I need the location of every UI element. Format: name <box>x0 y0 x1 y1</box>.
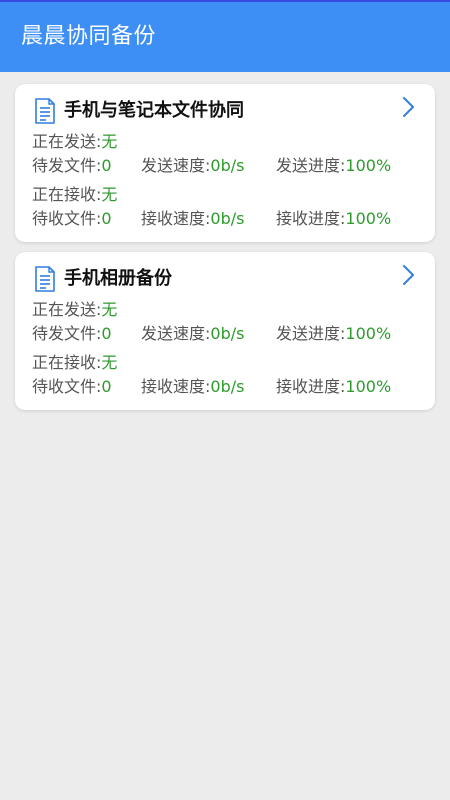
pending-send-stat: 待发文件:0 <box>32 323 112 345</box>
card-title: 手机相册备份 <box>64 268 172 289</box>
send-speed-label: 发送速度: <box>141 324 211 343</box>
recv-progress-stat: 接收进度:100% <box>276 208 391 230</box>
pending-send-value: 0 <box>101 156 112 175</box>
recv-speed-value: 0b/s <box>210 209 245 228</box>
send-progress-label: 发送进度: <box>276 156 346 175</box>
recv-progress-value: 100% <box>345 209 392 228</box>
send-speed-label: 发送速度: <box>141 156 211 175</box>
sending-row: 正在发送:无 <box>32 131 117 153</box>
pending-send-value: 0 <box>101 324 112 343</box>
send-progress-value: 100% <box>345 324 392 343</box>
recv-speed-label: 接收速度: <box>141 377 211 396</box>
pending-recv-value: 0 <box>101 209 112 228</box>
receiving-value: 无 <box>101 185 118 204</box>
recv-speed-stat: 接收速度:0b/s <box>141 208 244 230</box>
sync-card-laptop[interactable]: 手机与笔记本文件协同 正在发送:无 待发文件:0 发送速度:0b/s 发送进度:… <box>15 84 435 242</box>
pending-recv-stat: 待收文件:0 <box>32 208 112 230</box>
send-progress-value: 100% <box>345 156 392 175</box>
recv-progress-value: 100% <box>345 377 392 396</box>
recv-progress-stat: 接收进度:100% <box>276 376 391 398</box>
recv-speed-stat: 接收速度:0b/s <box>141 376 244 398</box>
receiving-label: 正在接收: <box>32 185 102 204</box>
app-title: 晨晨协同备份 <box>21 24 157 49</box>
sending-label: 正在发送: <box>32 132 102 151</box>
send-speed-value: 0b/s <box>210 156 245 175</box>
send-speed-stat: 发送速度:0b/s <box>141 155 244 177</box>
sending-value: 无 <box>101 132 118 151</box>
receiving-value: 无 <box>101 353 118 372</box>
receiving-row: 正在接收:无 <box>32 184 117 206</box>
pending-recv-label: 待收文件: <box>32 377 102 396</box>
card-title: 手机与笔记本文件协同 <box>64 100 244 121</box>
send-progress-stat: 发送进度:100% <box>276 323 391 345</box>
pending-send-label: 待发文件: <box>32 156 102 175</box>
receiving-row: 正在接收:无 <box>32 352 117 374</box>
document-icon <box>35 266 55 292</box>
recv-speed-value: 0b/s <box>210 377 245 396</box>
sending-label: 正在发送: <box>32 300 102 319</box>
pending-recv-label: 待收文件: <box>32 209 102 228</box>
send-progress-label: 发送进度: <box>276 324 346 343</box>
send-speed-value: 0b/s <box>210 324 245 343</box>
recv-progress-label: 接收进度: <box>276 209 346 228</box>
send-progress-stat: 发送进度:100% <box>276 155 391 177</box>
chevron-right-icon[interactable] <box>400 264 416 286</box>
pending-send-label: 待发文件: <box>32 324 102 343</box>
recv-speed-label: 接收速度: <box>141 209 211 228</box>
pending-recv-value: 0 <box>101 377 112 396</box>
sync-card-album[interactable]: 手机相册备份 正在发送:无 待发文件:0 发送速度:0b/s 发送进度:100%… <box>15 252 435 410</box>
receiving-label: 正在接收: <box>32 353 102 372</box>
pending-recv-stat: 待收文件:0 <box>32 376 112 398</box>
app-bar: 晨晨协同备份 <box>0 0 450 72</box>
recv-progress-label: 接收进度: <box>276 377 346 396</box>
pending-send-stat: 待发文件:0 <box>32 155 112 177</box>
send-speed-stat: 发送速度:0b/s <box>141 323 244 345</box>
sending-row: 正在发送:无 <box>32 299 117 321</box>
sending-value: 无 <box>101 300 118 319</box>
chevron-right-icon[interactable] <box>400 96 416 118</box>
document-icon <box>35 98 55 124</box>
